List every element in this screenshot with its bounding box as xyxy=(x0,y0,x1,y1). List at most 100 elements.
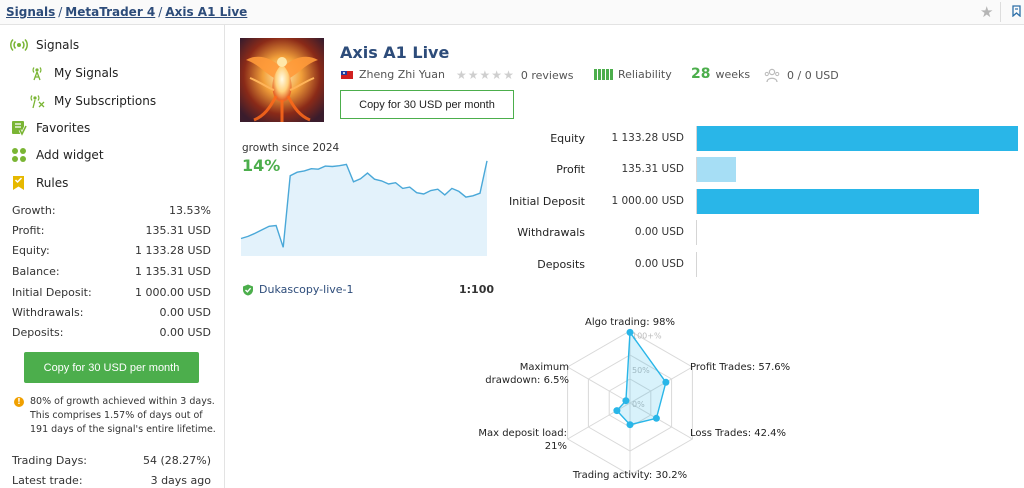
star-icon: ★ xyxy=(456,68,467,82)
financial-bar-track xyxy=(696,220,1018,245)
reliability-bar xyxy=(594,69,597,80)
financial-label: Equity xyxy=(550,132,585,145)
financial-bar xyxy=(697,157,736,182)
breadcrumb-metatrader4-link[interactable]: MetaTrader 4 xyxy=(65,5,155,19)
signal-weeks: 28 weeks xyxy=(691,66,750,82)
breadcrumb-current-link[interactable]: Axis A1 Live xyxy=(165,5,247,19)
signal-rating[interactable]: ★ ★ ★ ★ ★ 0 reviews xyxy=(456,68,573,82)
financial-bar-track xyxy=(696,189,1018,214)
financial-label: Profit xyxy=(556,163,585,176)
widget-icon xyxy=(10,147,28,163)
stat-trading-days: Trading Days: 54 (28.27%) xyxy=(12,454,211,467)
rules-icon xyxy=(10,175,28,191)
reliability-bars-icon xyxy=(594,69,614,80)
copy-signal-button[interactable]: Copy for 30 USD per month xyxy=(24,352,199,383)
financial-value: 1 133.28 USD xyxy=(611,132,684,144)
star-icon: ★ xyxy=(503,68,514,82)
financial-label: Initial Deposit xyxy=(509,195,585,208)
top-bar: Signals / MetaTrader 4/Axis A1 Live ★ xyxy=(0,0,1024,25)
growth-chart xyxy=(240,160,488,256)
growth-note: ! 80% of growth achieved within 3 days. … xyxy=(12,395,217,437)
stat-withdrawals: Withdrawals: 0.00 USD xyxy=(12,306,211,319)
radar-axis-label: Loss Trades: 42.4% xyxy=(690,428,786,439)
author-name: Zheng Zhi Yuan xyxy=(359,68,445,81)
signal-page: Signals / MetaTrader 4/Axis A1 Live ★ Sign… xyxy=(0,0,1024,488)
radar-point xyxy=(652,414,660,422)
sidebar-item-label: Favorites xyxy=(36,121,91,135)
signal-author[interactable]: Zheng Zhi Yuan xyxy=(341,68,445,81)
financial-bar-track xyxy=(696,157,1018,182)
star-icon: ★ xyxy=(491,68,503,82)
sidebar-item-my-signals[interactable]: My Signals xyxy=(28,65,118,81)
my-signals-icon xyxy=(28,65,46,81)
radar-axis-label: Algo trading: 98% xyxy=(585,317,675,328)
signal-avatar xyxy=(240,38,324,122)
subscriptions-icon xyxy=(28,93,46,109)
financial-label: Withdrawals xyxy=(517,226,585,239)
sidebar-item-label: Rules xyxy=(36,176,69,190)
reliability-bar xyxy=(606,69,609,80)
reliability-label: Reliability xyxy=(618,68,672,81)
sidebar-item-label: Signals xyxy=(36,38,80,52)
radar-series-polygon xyxy=(615,330,667,426)
reviews-count: 0 reviews xyxy=(520,68,574,82)
bookmark-icon[interactable] xyxy=(1012,5,1021,20)
financial-value: 1 000.00 USD xyxy=(611,195,684,207)
stat-balance: Balance: 1 135.31 USD xyxy=(12,265,211,278)
radar-point xyxy=(626,421,634,429)
sidebar-item-signals[interactable]: Signals xyxy=(10,37,79,53)
sidebar-item-favorites[interactable]: Favorites xyxy=(10,120,90,136)
radar-axis-label: drawdown: 6.5% xyxy=(485,375,569,386)
radar-axis-label: 21% xyxy=(545,441,567,452)
financial-value: 135.31 USD xyxy=(621,163,684,175)
signal-reliability: Reliability xyxy=(594,68,672,81)
sidebar: Signals My Signals My Subscriptions Favo… xyxy=(0,25,225,488)
financial-bar xyxy=(697,126,1018,151)
financial-bar-track xyxy=(696,126,1018,151)
radar-axis-label: Profit Trades: 57.6% xyxy=(690,362,790,373)
weeks-label: weeks xyxy=(715,67,751,81)
copy-signal-outline-button[interactable]: Copy for 30 USD per month xyxy=(340,90,514,119)
sidebar-item-label: My Subscriptions xyxy=(54,94,157,108)
broker-name: Dukascopy-live-1 xyxy=(259,283,354,296)
verified-check-icon xyxy=(242,284,254,296)
radar-axis-label: Maximum xyxy=(520,362,569,373)
signal-title: Axis A1 Live xyxy=(340,43,450,62)
broker-server[interactable]: Dukascopy-live-1 xyxy=(242,283,354,296)
favorite-star-icon[interactable]: ★ xyxy=(980,4,993,20)
sidebar-item-label: My Signals xyxy=(54,66,119,80)
favorites-icon xyxy=(10,120,28,136)
signal-subscribers: 0 / 0 USD xyxy=(764,68,839,83)
taiwan-flag-icon xyxy=(341,70,353,79)
radar-tick-label: 100+% xyxy=(632,332,662,341)
radar-axis-label: Max deposit load: xyxy=(478,428,567,439)
financial-value: 0.00 USD xyxy=(634,258,684,270)
stat-growth: Growth: 13.53% xyxy=(12,204,211,217)
sidebar-item-my-subscriptions[interactable]: My Subscriptions xyxy=(28,93,156,109)
warning-icon: ! xyxy=(14,397,24,407)
breadcrumb-separator: / xyxy=(158,5,163,19)
growth-note-text: 80% of growth achieved within 3 days. Th… xyxy=(30,396,216,435)
sidebar-item-label: Add widget xyxy=(36,148,104,162)
subscribers-value: 0 / 0 USD xyxy=(787,69,839,82)
stat-latest-trade: Latest trade: 3 days ago xyxy=(12,474,211,487)
divider xyxy=(1000,2,1001,22)
trading-radar-chart: 100+%50%0%Algo trading: 98%Profit Trades… xyxy=(478,317,790,481)
breadcrumb-signals-link[interactable]: Signals xyxy=(6,5,55,19)
reliability-bar xyxy=(610,69,613,80)
stat-equity: Equity: 1 133.28 USD xyxy=(12,244,211,257)
radar-point xyxy=(662,378,670,386)
radar-point xyxy=(613,407,621,415)
radar-point xyxy=(622,397,630,405)
reliability-bar xyxy=(598,69,601,80)
signal-icon xyxy=(10,37,28,53)
star-icon: ★ xyxy=(467,68,479,82)
subscribers-icon xyxy=(764,68,780,83)
sidebar-item-add-widget[interactable]: Add widget xyxy=(10,147,104,163)
sidebar-item-rules[interactable]: Rules xyxy=(10,175,68,191)
radar-grid-spoke xyxy=(567,366,631,404)
rating-stars: ★ ★ ★ ★ ★ xyxy=(456,68,515,82)
star-icon: ★ xyxy=(479,68,491,82)
financial-label: Deposits xyxy=(537,258,585,271)
weeks-count: 28 xyxy=(691,66,711,82)
